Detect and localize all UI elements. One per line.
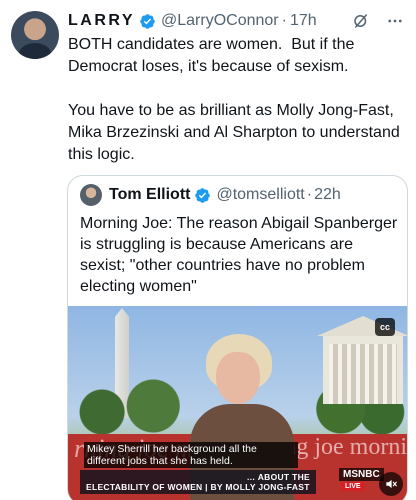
grok-icon[interactable]	[352, 12, 370, 30]
separator-dot: ·	[306, 186, 313, 203]
tweet-text: BOTH candidates are women. But if the De…	[68, 36, 400, 163]
cc-icon[interactable]: cc	[375, 318, 395, 336]
quote-text: Morning Joe: The reason Abigail Spanberg…	[80, 215, 398, 295]
avatar[interactable]	[11, 11, 59, 59]
quote-author-handle[interactable]: @tomselliott	[216, 186, 304, 204]
live-badge: LIVE	[341, 482, 365, 491]
lower-third-top: … ABOUT THE	[246, 472, 310, 482]
video-player[interactable]: rning joe m ng joe morni cc Mikey Sherri…	[68, 306, 407, 500]
tweet-header: LARRY @LarryOConnor · 17h	[68, 10, 404, 32]
lower-third: … ABOUT THE ELECTABILITY OF WOMEN | BY M…	[80, 470, 316, 494]
quote-author-name[interactable]: Tom Elliott	[109, 186, 190, 204]
video-caption: Mikey Sherrill her background all the di…	[84, 442, 298, 468]
more-icon[interactable]	[386, 12, 404, 30]
verified-badge-icon	[194, 187, 211, 204]
separator-dot: ·	[281, 12, 287, 29]
author-handle[interactable]: @LarryOConnor	[161, 12, 279, 30]
quote-timestamp[interactable]: 22h	[314, 186, 341, 204]
mute-icon[interactable]	[379, 472, 403, 496]
tweet[interactable]: LARRY @LarryOConnor · 17h BOTH candidate…	[0, 0, 416, 500]
quote-avatar[interactable]	[80, 184, 102, 206]
jefferson-memorial	[323, 334, 403, 404]
verified-badge-icon	[139, 13, 156, 30]
author-name[interactable]: LARRY	[68, 12, 135, 30]
lower-third-title: ELECTABILITY OF WOMEN | BY MOLLY JONG-FA…	[86, 482, 310, 492]
desk-logo-right: ng joe morni	[284, 434, 407, 460]
quoted-tweet[interactable]: Tom Elliott @tomselliott · 22h Morning J…	[67, 175, 408, 500]
quote-header: Tom Elliott @tomselliott · 22h	[80, 184, 341, 206]
network-logo: MSNBC	[339, 468, 384, 481]
timestamp[interactable]: 17h	[290, 12, 317, 30]
